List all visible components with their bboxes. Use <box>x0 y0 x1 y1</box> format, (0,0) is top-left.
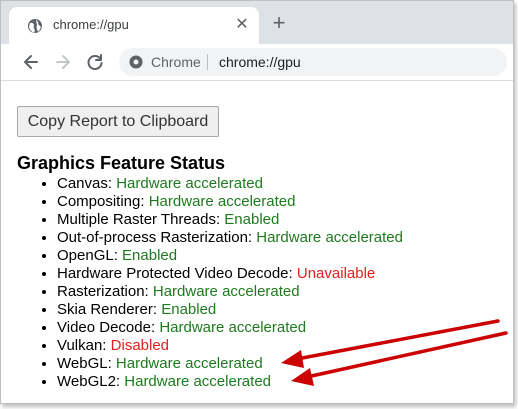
browser-window: chrome://gpu ✕ + Chrome chrome://gpu Cop… <box>0 0 514 404</box>
annotation-arrows <box>281 319 508 386</box>
annotation-arrow <box>281 319 500 368</box>
